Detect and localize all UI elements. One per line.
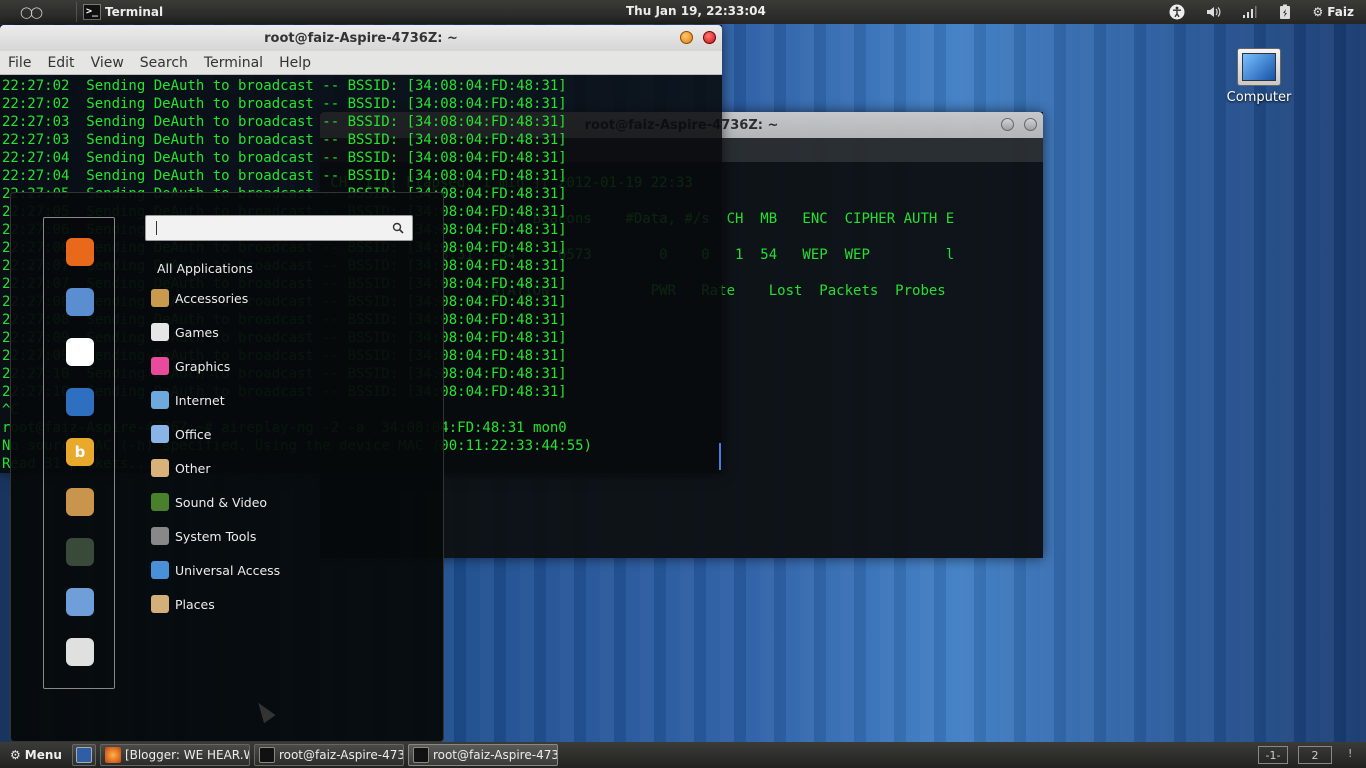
notification-icon[interactable]: ! bbox=[1348, 747, 1352, 760]
workspace-2[interactable]: 2 bbox=[1298, 746, 1332, 764]
category-label: Internet bbox=[175, 392, 225, 408]
internet-icon bbox=[151, 391, 169, 409]
terminal-line: 22:27:04 Sending DeAuth to broadcast -- … bbox=[2, 150, 567, 166]
menu-button[interactable]: ⚙ Menu bbox=[4, 744, 68, 766]
category-label: Office bbox=[175, 426, 212, 442]
active-app-menu[interactable]: >_ Terminal bbox=[83, 4, 163, 20]
taskbar-item-browser[interactable]: [Blogger: WE HEAR.W... bbox=[99, 744, 250, 766]
user-name: Faiz bbox=[1327, 5, 1354, 19]
top-panel: ○○ >_ Terminal Thu Jan 19, 22:33:04 ⚙ Fa… bbox=[0, 0, 1366, 24]
empathy-icon[interactable] bbox=[66, 338, 94, 366]
signal-strength-icon[interactable] bbox=[1241, 4, 1257, 20]
category-item[interactable]: Places bbox=[151, 587, 280, 621]
minimize-button[interactable] bbox=[680, 31, 693, 44]
category-label: Graphics bbox=[175, 358, 231, 374]
front-terminal-title: root@faiz-Aspire-4736Z: ~ bbox=[264, 30, 458, 46]
category-label: Places bbox=[175, 596, 215, 612]
back-minimize-button[interactable] bbox=[1001, 118, 1014, 131]
indicator-area: ⚙ Faiz bbox=[1169, 0, 1354, 24]
battery-icon[interactable] bbox=[1277, 4, 1293, 20]
category-label: Sound & Video bbox=[175, 494, 268, 510]
terminal-line: 22:27:04 Sending DeAuth to broadcast -- … bbox=[2, 168, 567, 184]
category-item[interactable]: Sound & Video bbox=[151, 485, 280, 519]
close-button[interactable] bbox=[703, 31, 716, 44]
terminal-menubar: File Edit View Search Terminal Help bbox=[0, 51, 722, 75]
office-icon bbox=[151, 425, 169, 443]
menu-terminal[interactable]: Terminal bbox=[196, 55, 271, 71]
show-desktop-icon bbox=[75, 747, 92, 763]
category-item[interactable]: Games bbox=[151, 315, 280, 349]
category-label: System Tools bbox=[175, 528, 257, 544]
universal-access-icon bbox=[151, 561, 169, 579]
accessibility-icon[interactable] bbox=[1169, 4, 1185, 20]
taskbar-item-terminal-2[interactable]: root@faiz-Aspire-4736... bbox=[407, 744, 558, 766]
terminal-icon bbox=[258, 747, 275, 763]
show-desktop-button[interactable] bbox=[71, 744, 96, 766]
clock[interactable]: Thu Jan 19, 22:33:04 bbox=[626, 4, 766, 18]
accessories-icon bbox=[151, 289, 169, 307]
all-applications-item[interactable]: All Applications bbox=[151, 255, 280, 281]
menu-file[interactable]: File bbox=[0, 55, 39, 71]
webcam-icon[interactable] bbox=[66, 538, 94, 566]
category-item[interactable]: System Tools bbox=[151, 519, 280, 553]
bottom-panel: ⚙ Menu [Blogger: WE HEAR.W... root@faiz-… bbox=[0, 742, 1366, 768]
volume-icon[interactable] bbox=[1205, 4, 1221, 20]
user-icon: ⚙ bbox=[1312, 5, 1324, 19]
category-item[interactable]: Universal Access bbox=[151, 553, 280, 587]
mouse-pointer bbox=[252, 698, 276, 724]
firefox-icon[interactable] bbox=[66, 238, 94, 266]
search-input[interactable] bbox=[145, 215, 413, 241]
favorites-bar: b bbox=[43, 217, 115, 689]
menu-view[interactable]: View bbox=[83, 55, 132, 71]
software-center-icon[interactable] bbox=[66, 488, 94, 516]
computer-label: Computer bbox=[1226, 90, 1292, 105]
category-item[interactable]: Office bbox=[151, 417, 280, 451]
category-item[interactable]: Other bbox=[151, 451, 280, 485]
other-icon bbox=[151, 459, 169, 477]
active-app-name: Terminal bbox=[105, 5, 164, 19]
taskbar-item-terminal-1[interactable]: root@faiz-Aspire-4736... bbox=[253, 744, 404, 766]
back-close-button[interactable] bbox=[1024, 118, 1037, 131]
computer-desktop-icon[interactable]: Computer bbox=[1222, 48, 1296, 105]
menu-edit[interactable]: Edit bbox=[39, 55, 82, 71]
category-list: All Applications Accessories Games Graphic… bbox=[151, 255, 280, 621]
terminal-line: 22:27:02 Sending DeAuth to broadcast -- … bbox=[2, 96, 567, 112]
scrollbar-indicator[interactable] bbox=[719, 443, 721, 470]
category-label: Other bbox=[175, 460, 211, 476]
category-item[interactable]: Accessories bbox=[151, 281, 280, 315]
application-menu: b All Applications Accessories Games Graph… bbox=[10, 192, 444, 742]
menu-search[interactable]: Search bbox=[132, 55, 196, 71]
network-icon[interactable] bbox=[66, 388, 94, 416]
category-label: Universal Access bbox=[175, 562, 281, 578]
terminal-line: 22:27:02 Sending DeAuth to broadcast -- … bbox=[2, 78, 567, 94]
terminal-icon bbox=[412, 747, 429, 763]
category-label: Games bbox=[175, 324, 219, 340]
terminal-app-icon: >_ bbox=[83, 4, 102, 20]
front-terminal-titlebar[interactable]: root@faiz-Aspire-4736Z: ~ bbox=[0, 25, 722, 51]
sound-video-icon bbox=[151, 493, 169, 511]
user-menu[interactable]: ⚙ Faiz bbox=[1313, 5, 1354, 19]
panel-separator bbox=[76, 2, 77, 22]
graphics-icon bbox=[151, 357, 169, 375]
system-tools-icon bbox=[151, 527, 169, 545]
text-caret bbox=[156, 221, 157, 235]
gear-icon: ⚙ bbox=[10, 748, 21, 762]
banshee-icon[interactable]: b bbox=[66, 438, 94, 466]
category-item[interactable]: Internet bbox=[151, 383, 280, 417]
places-icon bbox=[151, 595, 169, 613]
search-icon bbox=[392, 222, 404, 234]
thunderbird-icon[interactable] bbox=[66, 288, 94, 316]
terminal-line: 22:27:03 Sending DeAuth to broadcast -- … bbox=[2, 114, 567, 130]
writer-icon[interactable] bbox=[66, 588, 94, 616]
files-icon[interactable] bbox=[66, 638, 94, 666]
category-item[interactable]: Graphics bbox=[151, 349, 280, 383]
games-icon bbox=[151, 323, 169, 341]
computer-icon bbox=[1237, 48, 1281, 86]
firefox-icon bbox=[104, 747, 121, 763]
category-label: Accessories bbox=[175, 290, 249, 306]
workspace-1[interactable]: -1- bbox=[1258, 746, 1288, 764]
mint-logo-icon[interactable]: ○○ bbox=[0, 0, 60, 24]
terminal-line: 22:27:03 Sending DeAuth to broadcast -- … bbox=[2, 132, 567, 148]
menu-help[interactable]: Help bbox=[271, 55, 319, 71]
